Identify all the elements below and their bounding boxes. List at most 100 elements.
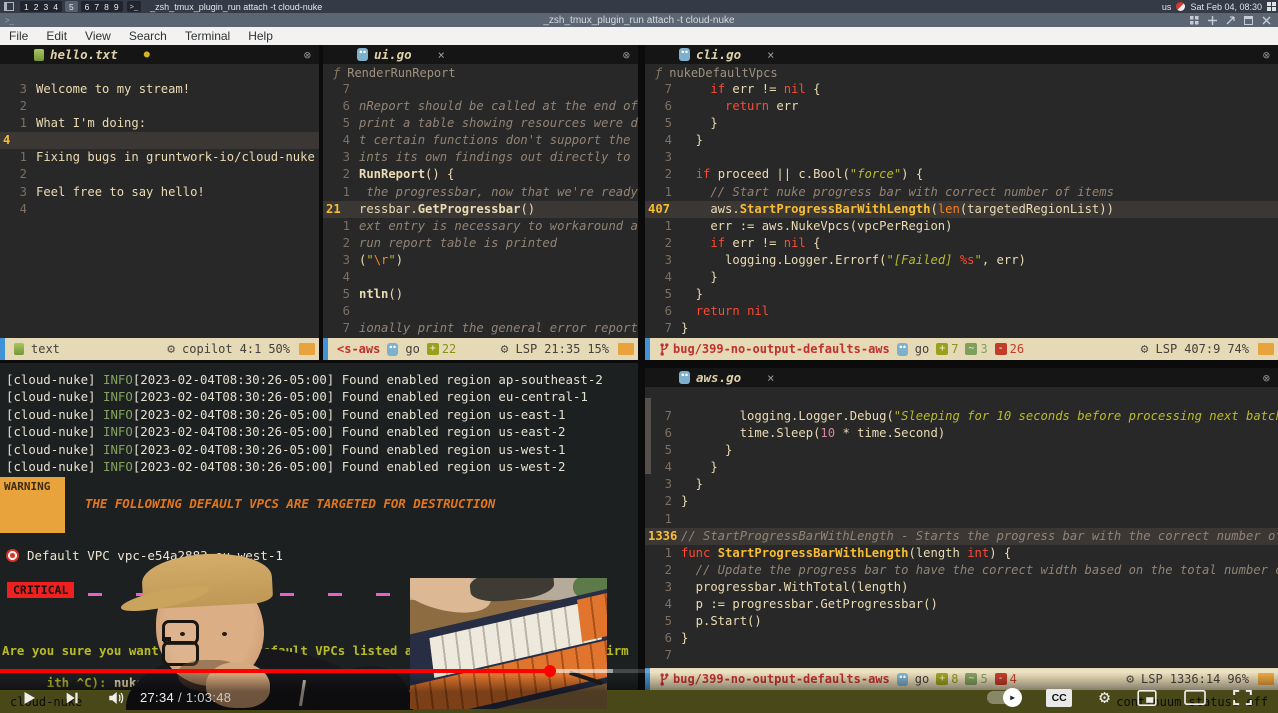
time-display: 27:34 / 1:03:48 (140, 690, 231, 705)
code-line: 1 the progressbar, now that we're ready … (323, 184, 638, 201)
code-line: 6 return nil (645, 303, 1278, 320)
workspace-button-8[interactable]: 8 (104, 2, 109, 12)
captions-button[interactable]: CC (1046, 689, 1072, 707)
terminal-launcher-button[interactable]: >_ (127, 1, 142, 12)
code-line: 3 progressbar.WithTotal(length) (645, 579, 1278, 596)
taskbar-window-title[interactable]: _zsh_tmux_plugin_run attach -t cloud-nuk… (150, 2, 322, 12)
code-line: 5 } (645, 115, 1278, 132)
eye (180, 632, 185, 636)
text-file-icon (34, 49, 44, 61)
tab-cli-go[interactable]: cli.go (696, 47, 741, 62)
cli-code-area[interactable]: 7 if err != nil {6 return err5 }4 }32 if… (645, 81, 1278, 338)
code-line: 1func StartProgressBarWithLength(length … (645, 545, 1278, 562)
buffer-close-icon[interactable]: ⊗ (1263, 48, 1270, 62)
log-line: [cloud-nuke] INFO[2023-02-04T08:30:26-05… (6, 458, 603, 475)
workspace-button-1[interactable]: 1 (24, 2, 29, 12)
keyboard-layout-indicator[interactable]: us (1162, 2, 1172, 12)
warning-message: THE FOLLOWING DEFAULT VPCS ARE TARGETED … (85, 496, 495, 511)
git-branch: bug/399-no-output-defaults-aws (659, 342, 890, 356)
scrollbar[interactable] (645, 398, 651, 474)
hello-code-area[interactable]: 3Welcome to my stream!21What I'm doing:4… (0, 81, 319, 338)
menu-item-terminal[interactable]: Terminal (176, 29, 239, 43)
menu-item-help[interactable]: Help (239, 29, 282, 43)
lsp-label: LSP (1156, 342, 1178, 356)
code-line: 7 (323, 81, 638, 98)
fullscreen-button[interactable] (1233, 690, 1252, 705)
ui-code-area[interactable]: 76nReport should be called at the end of… (323, 81, 638, 338)
menu-item-view[interactable]: View (76, 29, 120, 43)
git-branch-icon (659, 343, 669, 356)
ui-tabbar: ui.go × ⊗ (323, 45, 638, 64)
tab-hello-txt[interactable]: hello.txt (50, 47, 118, 62)
miniplayer-button[interactable] (1137, 690, 1157, 706)
buffer-close-icon[interactable]: ⊗ (623, 48, 630, 62)
tab-close-icon[interactable]: × (438, 48, 445, 62)
statusline-accent (618, 343, 634, 355)
code-line: 3Feel free to say hello! (0, 184, 319, 201)
autoplay-toggle[interactable]: ▶ (987, 691, 1019, 704)
target-icon (6, 549, 19, 562)
code-line: 2 (0, 98, 319, 115)
taskbar: 1234 5 6789 >_ _zsh_tmux_plugin_run attach… (0, 0, 1278, 13)
clock: Sat Feb 04, 08:30 (1190, 2, 1262, 12)
code-line: 2run report table is printed (323, 235, 638, 252)
tab-close-icon[interactable]: × (767, 371, 774, 385)
workspace-button-5[interactable]: 5 (69, 2, 74, 12)
theater-mode-button[interactable] (1184, 690, 1206, 705)
workspace-button-9[interactable]: 9 (114, 2, 119, 12)
tab-ui-go[interactable]: ui.go (374, 47, 412, 62)
code-line: 4 p := progressbar.GetProgressbar() (645, 596, 1278, 613)
mode-indicator (645, 338, 650, 360)
code-line: 2 if proceed || c.Bool("force") { (645, 166, 1278, 183)
workspace-button-6[interactable]: 6 (85, 2, 90, 12)
aws-code-area[interactable]: 7 logging.Logger.Debug("Sleeping for 10 … (645, 408, 1278, 668)
volume-button[interactable] (106, 689, 126, 707)
lang-label: go (915, 342, 929, 356)
workspace-button-3[interactable]: 3 (43, 2, 48, 12)
window-titlebar: >_ _zsh_tmux_plugin_run attach -t cloud-… (0, 13, 1278, 27)
ui-breadcrumb: ƒ RenderRunReport (323, 64, 638, 81)
menu-item-file[interactable]: File (0, 29, 37, 43)
window-grid-icon[interactable] (1190, 16, 1199, 25)
workspace-button-2[interactable]: 2 (34, 2, 39, 12)
buffer-close-icon[interactable]: ⊗ (1263, 371, 1270, 385)
settings-gear-button[interactable]: ⚙ (1099, 687, 1110, 708)
go-file-icon (357, 48, 368, 61)
editor-pane-aws-go: aws.go × ⊗ 7 logging.Logger.Debug("Sleep… (645, 368, 1278, 690)
code-line: 3ints its own findings out directly to o… (323, 149, 638, 166)
cursor-position: 21:35 (544, 342, 580, 356)
breadcrumb-function-name: RenderRunReport (347, 66, 455, 80)
buffer-close-icon[interactable]: ⊗ (304, 48, 311, 62)
hello-statusline: text ⚙ copilot 4:1 50% (0, 338, 319, 360)
tab-aws-go[interactable]: aws.go (696, 370, 741, 385)
recording-indicator-icon[interactable] (1176, 2, 1185, 11)
next-button[interactable] (64, 690, 80, 706)
code-line: 2 if err != nil { (645, 235, 1278, 252)
menu-item-search[interactable]: Search (120, 29, 176, 43)
code-line: 1336// StartProgressBarWithLength - Star… (645, 528, 1278, 545)
go-file-icon (679, 371, 690, 384)
play-button[interactable] (20, 689, 38, 707)
window-shade-icon[interactable] (1244, 16, 1253, 25)
code-line: 1 // Start nuke progress bar with correc… (645, 184, 1278, 201)
window-close-icon[interactable] (1262, 16, 1271, 25)
app-grid-icon[interactable] (1267, 2, 1276, 11)
video-seekbar[interactable] (0, 669, 1278, 673)
code-line: 4 (0, 201, 319, 218)
tab-close-icon[interactable]: × (767, 48, 774, 62)
git-added-badge: +22 (427, 342, 456, 356)
copilot-gear-icon: ⚙ (167, 342, 175, 357)
code-line: 5 p.Start() (645, 613, 1278, 630)
code-line: 2RunReport() { (323, 166, 638, 183)
orange-keycaps (577, 590, 607, 642)
git-added-badge: +7 (936, 342, 958, 356)
workspace-button-4[interactable]: 4 (53, 2, 58, 12)
workspace-button-7[interactable]: 7 (94, 2, 99, 12)
log-lines: [cloud-nuke] INFO[2023-02-04T08:30:26-05… (6, 371, 603, 475)
menu-item-edit[interactable]: Edit (37, 29, 76, 43)
window-pin-icon[interactable] (1226, 16, 1235, 25)
window-move-icon[interactable] (1208, 16, 1217, 25)
mode-indicator (0, 338, 5, 360)
eye (222, 632, 227, 636)
cli-statusline: bug/399-no-output-defaults-aws go +7 ~3 … (645, 338, 1278, 360)
